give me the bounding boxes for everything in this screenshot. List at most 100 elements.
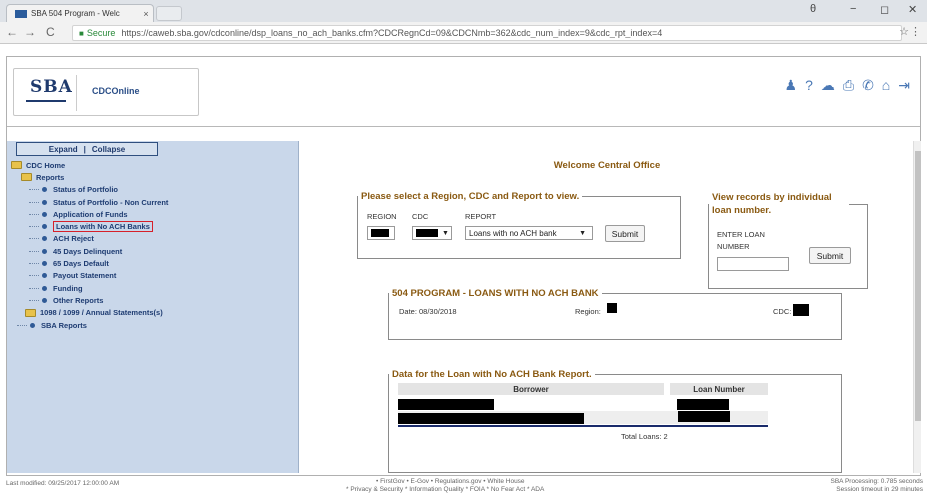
phone-icon[interactable]: ✆ xyxy=(862,77,874,94)
sidebar-item-45-days[interactable]: 45 Days Delinquent xyxy=(11,245,168,257)
main-scrollbar[interactable] xyxy=(913,141,921,473)
session-timeout: Session timeout in 29 minutes xyxy=(836,486,923,493)
total-loans: Total Loans: 2 xyxy=(621,432,668,441)
report-select-value: Loans with no ACH bank xyxy=(469,228,557,238)
new-tab-button[interactable] xyxy=(156,6,182,21)
bullet-icon xyxy=(42,211,47,217)
tree-connector xyxy=(29,299,39,301)
lock-icon: ■ xyxy=(79,28,84,38)
reload-button[interactable]: C xyxy=(46,25,55,39)
region-select[interactable] xyxy=(367,226,395,240)
tree-label: Funding xyxy=(53,283,83,293)
browser-menu-icon[interactable]: ⋮ xyxy=(910,25,921,38)
sidebar-item-65-days[interactable]: 65 Days Default xyxy=(11,257,168,269)
logout-icon[interactable]: ⇥ xyxy=(898,77,910,94)
footer-links-row1[interactable]: • FirstGov • E-Gov • Regulations.gov • W… xyxy=(376,478,525,485)
enter-loan-label: ENTER LOAN NUMBER xyxy=(717,230,765,251)
tree-label: 1098 / 1099 / Annual Statements(s) xyxy=(40,308,163,318)
folder-icon xyxy=(21,173,32,182)
nav-tree: CDC Home Reports Status of Portfolio Sta… xyxy=(11,159,168,331)
bullet-icon xyxy=(42,297,47,303)
tree-label: Status of Portfolio - Non Current xyxy=(53,197,169,207)
chevron-down-icon: ▼ xyxy=(579,229,586,237)
tree-node-cdc-home[interactable]: CDC Home xyxy=(11,159,168,171)
loan-lookup-legend: View records by individual loan number. xyxy=(712,192,832,216)
sidebar-item-ach-reject[interactable]: ACH Reject xyxy=(11,233,168,245)
sidebar-item-payout[interactable]: Payout Statement xyxy=(11,270,168,282)
print-icon[interactable]: ⎙ xyxy=(843,77,854,94)
tree-label: Application of Funds xyxy=(53,209,128,219)
last-modified: Last modified: 09/25/2017 12:00:00 AM xyxy=(6,480,120,487)
sidebar-item-application-of-funds[interactable]: Application of Funds xyxy=(11,208,168,220)
sidebar-item-loans-no-ach[interactable]: Loans with No ACH Banks xyxy=(11,220,168,233)
page-frame: SBA CDCOnline ♟ ? ☁ ⎙ ✆ ⌂ ⇥ Expand | Col… xyxy=(6,56,921,476)
collapse-link[interactable]: Collapse xyxy=(92,145,125,154)
sidebar-item-funding[interactable]: Funding xyxy=(11,282,168,294)
sidebar-item-sba-reports[interactable]: SBA Reports xyxy=(11,319,168,331)
bullet-icon xyxy=(42,224,47,230)
account-icon[interactable]: θ xyxy=(810,3,816,15)
bullet-icon xyxy=(42,248,47,254)
back-button[interactable]: ← xyxy=(6,25,18,39)
page-footer: Last modified: 09/25/2017 12:00:00 AM • … xyxy=(0,478,927,495)
expand-collapse-separator: | xyxy=(83,144,86,154)
redacted-borrower xyxy=(398,413,584,424)
help-icon[interactable]: ? xyxy=(805,77,813,94)
header-toolbar: ♟ ? ☁ ⎙ ✆ ⌂ ⇥ xyxy=(785,77,911,94)
person-icon[interactable]: ♟ xyxy=(785,77,798,94)
region-text: Region: xyxy=(575,307,601,316)
tree-label: Reports xyxy=(36,172,65,182)
report-select[interactable]: Loans with no ACH bank ▼ xyxy=(465,226,593,240)
redacted-borrower xyxy=(398,399,494,410)
tree-label: 65 Days Default xyxy=(53,259,109,269)
submit-report-button[interactable]: Submit xyxy=(605,225,645,242)
expand-collapse-box: Expand | Collapse xyxy=(16,142,158,156)
home-icon[interactable]: ⌂ xyxy=(882,77,890,94)
bullet-icon xyxy=(30,322,35,328)
redacted-region-value xyxy=(607,303,617,313)
loan-data-legend: Data for the Loan with No ACH Bank Repor… xyxy=(392,369,592,380)
site-header: SBA CDCOnline ♟ ? ☁ ⎙ ✆ ⌂ ⇥ xyxy=(7,57,920,127)
chat-icon[interactable]: ☁ xyxy=(821,77,835,94)
program-summary-legend: 504 PROGRAM - LOANS WITH NO ACH BANK xyxy=(392,288,599,299)
bullet-icon xyxy=(42,261,47,267)
main-content: Welcome Central Office Please select a R… xyxy=(303,141,911,473)
bullet-icon xyxy=(42,187,47,193)
footer-links-row2[interactable]: * Privacy & Security * Information Quali… xyxy=(346,486,544,493)
table-divider xyxy=(398,425,768,427)
sidebar-item-other-reports[interactable]: Other Reports xyxy=(11,294,168,306)
browser-tab[interactable]: SBA 504 Program - Welc × xyxy=(6,4,154,22)
bookmark-star-icon[interactable]: ☆ xyxy=(899,25,909,38)
redacted-loan-number xyxy=(678,411,730,422)
tab-title: SBA 504 Program - Welc xyxy=(31,9,120,18)
tab-close-icon[interactable]: × xyxy=(139,9,153,19)
sidebar: Expand | Collapse CDC Home Reports Statu… xyxy=(7,141,299,473)
loan-data-fieldset: Data for the Loan with No ACH Bank Repor… xyxy=(388,369,842,473)
bullet-icon xyxy=(42,285,47,291)
redacted-cdc xyxy=(416,229,438,237)
submit-loan-button[interactable]: Submit xyxy=(809,247,851,264)
tree-label: ACH Reject xyxy=(53,234,94,244)
forward-button[interactable]: → xyxy=(24,25,36,39)
cdc-label: CDC xyxy=(412,212,429,221)
url-input[interactable]: ■ Secure https://caweb.sba.gov/cdconline… xyxy=(72,25,902,41)
cdc-select[interactable]: ▼ xyxy=(412,226,452,240)
minimize-button[interactable]: − xyxy=(850,3,856,15)
expand-link[interactable]: Expand xyxy=(49,145,78,154)
bullet-icon xyxy=(42,236,47,242)
tree-node-reports[interactable]: Reports xyxy=(11,171,168,183)
bullet-icon xyxy=(42,273,47,279)
loan-number-input[interactable] xyxy=(717,257,789,271)
tree-label: Other Reports xyxy=(53,295,104,305)
sidebar-item-status-non-current[interactable]: Status of Portfolio - Non Current xyxy=(11,196,168,208)
sidebar-item-status-of-portfolio[interactable]: Status of Portfolio xyxy=(11,184,168,196)
sba-logo: SBA xyxy=(30,77,73,97)
restore-button[interactable]: ◻ xyxy=(880,3,889,16)
tree-connector xyxy=(29,263,39,265)
logo-box[interactable]: SBA CDCOnline xyxy=(13,68,199,116)
tree-node-annual-statements[interactable]: 1098 / 1099 / Annual Statements(s) xyxy=(11,307,168,319)
close-window-button[interactable]: ✕ xyxy=(908,3,917,16)
tree-connector xyxy=(29,213,39,215)
scroll-thumb[interactable] xyxy=(915,151,921,421)
logo-underline xyxy=(26,100,66,102)
